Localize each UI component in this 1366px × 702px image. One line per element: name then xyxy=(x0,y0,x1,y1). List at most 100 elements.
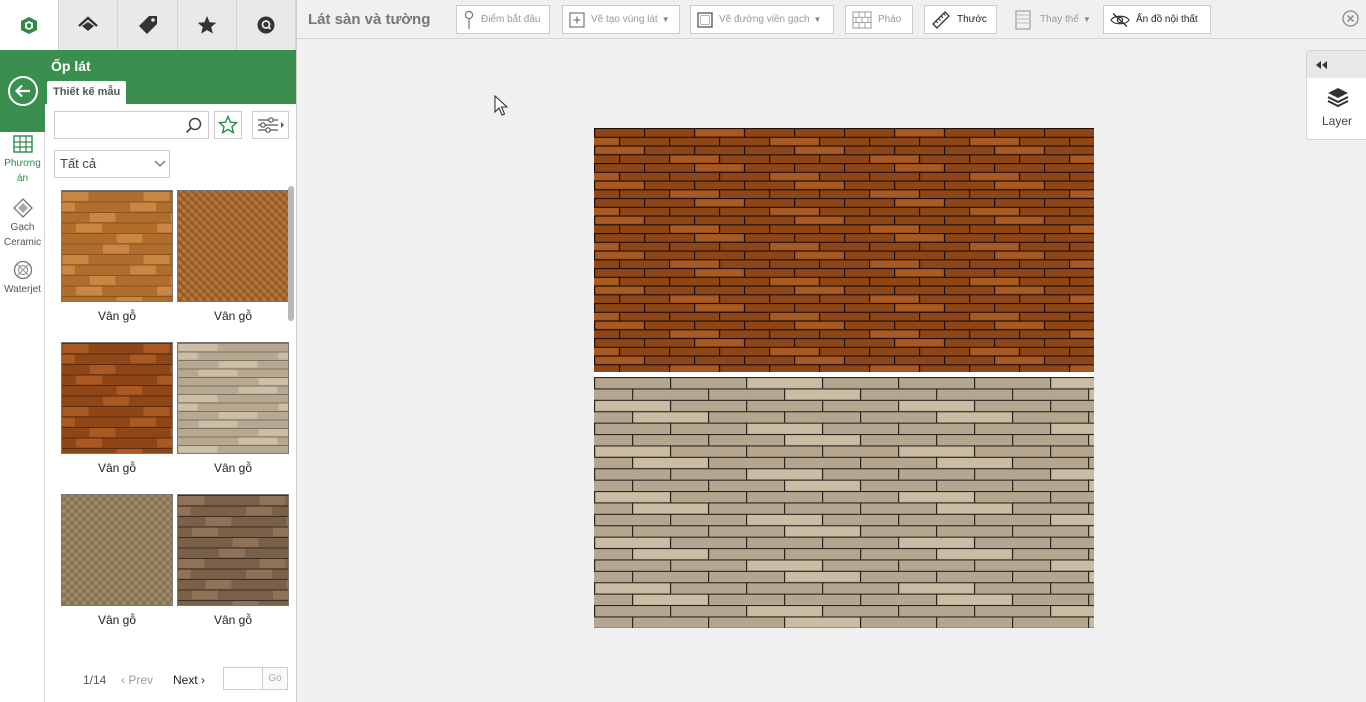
trim-button[interactable]: Phào xyxy=(845,5,913,34)
next-page-button[interactable]: Next › xyxy=(173,673,205,687)
search-icon[interactable] xyxy=(185,117,202,134)
tile-layout-drawing[interactable] xyxy=(556,128,1164,629)
rail-item-phuong-an[interactable]: Phương án xyxy=(0,134,45,186)
tile-thumbnail xyxy=(177,342,289,454)
tile-grid: Vân gỗ Vân gỗ Vân gỗ Vân gỗ Vân gỗ Vân gỗ xyxy=(60,189,290,634)
next-label: Next xyxy=(173,673,198,687)
floor-tile-area-bottom[interactable] xyxy=(556,377,1164,629)
page-number-input[interactable] xyxy=(223,667,263,690)
layer-collapse-button[interactable] xyxy=(1307,51,1366,78)
tile-item[interactable]: Vân gỗ xyxy=(61,190,173,323)
design-canvas-area[interactable] xyxy=(297,40,1366,702)
waterjet-pattern-icon xyxy=(13,260,32,280)
rail-label-gach-ceramic: Gạch Ceramic xyxy=(3,222,42,248)
tile-thumbnail xyxy=(61,342,173,454)
layer-panel: Layer xyxy=(1306,50,1366,140)
arrow-left-circle-icon xyxy=(7,76,38,106)
chevron-right-icon: › xyxy=(197,673,206,687)
layer-button[interactable]: Layer xyxy=(1307,78,1366,139)
panel-title: Ốp lát xyxy=(51,58,91,74)
draw-area-label: Vẽ tạo vùng lát xyxy=(591,14,658,25)
chat-search-icon xyxy=(257,16,275,34)
tab-favorites[interactable] xyxy=(177,0,237,50)
start-point-button[interactable]: Điểm bắt đầu xyxy=(456,5,550,34)
hide-furniture-button[interactable]: Ẩn đồ nội thất xyxy=(1103,5,1211,34)
tile-label: Vân gỗ xyxy=(213,613,253,627)
wood-pattern-image xyxy=(62,343,172,453)
ruler-label: Thước xyxy=(957,14,987,25)
wall-tile-area-top[interactable] xyxy=(569,128,1119,372)
rail-label-phuong-an: Phương án xyxy=(4,158,41,184)
tab-tags[interactable] xyxy=(118,0,178,50)
draw-border-button[interactable]: Vẽ đường viền gạch ▼ xyxy=(690,5,834,34)
tile-item[interactable]: Vân gỗ xyxy=(61,494,173,627)
wood-pattern-image xyxy=(62,191,172,301)
trim-label: Phào xyxy=(878,14,902,25)
star-icon xyxy=(197,16,217,34)
wood-pattern-image xyxy=(62,495,172,605)
tile-label: Vân gỗ xyxy=(213,309,253,323)
category-selected-value: Tất cả xyxy=(60,156,97,171)
tab-support[interactable] xyxy=(236,0,297,50)
top-tabs xyxy=(0,0,297,50)
wood-pattern-image xyxy=(178,191,288,301)
prev-label: Prev xyxy=(128,673,154,687)
tile-item[interactable]: Vân gỗ xyxy=(177,494,289,627)
eye-slash-icon xyxy=(1110,12,1130,27)
tab-floorplan[interactable] xyxy=(59,0,119,50)
tile-layout-canvas[interactable] xyxy=(556,128,1164,629)
tile-thumbnail xyxy=(61,494,173,606)
ruler-button[interactable]: Thước xyxy=(924,5,997,34)
panel-header: Ốp lát Thiết kế mẫu xyxy=(45,50,296,104)
square-outline-icon xyxy=(697,11,713,28)
rail-item-gach-ceramic[interactable]: Gạch Ceramic xyxy=(0,198,45,250)
mouse-cursor-icon xyxy=(494,95,508,116)
left-panel: Ốp lát Thiết kế mẫu Phương án Gạch Ceram… xyxy=(0,0,297,702)
close-icon[interactable] xyxy=(1342,10,1359,27)
area-separator xyxy=(594,372,1094,377)
draw-border-label: Vẽ đường viền gạch xyxy=(719,14,810,25)
rail-label-waterjet: Waterjet xyxy=(4,284,41,295)
brick-wall-icon xyxy=(852,11,872,28)
tile-label: Vân gỗ xyxy=(97,613,137,627)
category-select[interactable]: Tất cả xyxy=(54,150,170,178)
sliders-icon xyxy=(257,117,284,133)
house-floor-icon xyxy=(78,16,99,31)
filter-settings-button[interactable] xyxy=(252,111,289,139)
subtab-sample-designs[interactable]: Thiết kế mẫu xyxy=(47,81,127,104)
replace-layers-icon xyxy=(1015,9,1031,30)
tile-item[interactable]: Vân gỗ xyxy=(177,190,289,323)
hide-furniture-label: Ẩn đồ nội thất xyxy=(1136,14,1198,25)
home-3d-logo-icon xyxy=(21,17,38,34)
add-square-icon xyxy=(569,11,585,28)
replace-button[interactable]: Thay thế ▼ xyxy=(1008,5,1092,34)
layer-label: Layer xyxy=(1321,114,1353,128)
tile-list-scrollbar[interactable] xyxy=(288,186,294,321)
wood-pattern-image xyxy=(178,343,288,453)
star-outline-icon xyxy=(218,115,238,135)
double-chevron-left-icon xyxy=(1316,61,1327,69)
prev-page-button[interactable]: ‹ Prev xyxy=(121,673,153,687)
chevron-down-icon xyxy=(154,160,166,167)
back-button[interactable] xyxy=(0,50,45,132)
tile-thumbnail xyxy=(61,190,173,302)
rail-item-waterjet[interactable]: Waterjet xyxy=(0,260,45,297)
draw-area-button[interactable]: Vẽ tạo vùng lát ▼ xyxy=(562,5,680,34)
layers-icon xyxy=(1327,88,1349,108)
pagination: 1/14 ‹ Prev Next › Go xyxy=(45,666,296,694)
start-point-label: Điểm bắt đầu xyxy=(481,14,541,25)
favorite-filter-button[interactable] xyxy=(214,111,242,139)
pin-icon xyxy=(464,10,474,29)
tile-label: Vân gỗ xyxy=(97,461,137,475)
tile-item[interactable]: Vân gỗ xyxy=(177,342,289,475)
tile-thumbnail xyxy=(177,190,289,302)
tag-icon xyxy=(138,16,157,34)
replace-label: Thay thế xyxy=(1040,14,1079,25)
dropdown-arrow-icon: ▼ xyxy=(661,15,670,24)
go-button[interactable]: Go xyxy=(262,667,288,690)
toolbar-title: Lát sàn và tường xyxy=(308,11,431,28)
tile-item[interactable]: Vân gỗ xyxy=(61,342,173,475)
dropdown-arrow-icon: ▼ xyxy=(1082,15,1091,24)
tab-home[interactable] xyxy=(0,0,60,50)
tile-label: Vân gỗ xyxy=(97,309,137,323)
